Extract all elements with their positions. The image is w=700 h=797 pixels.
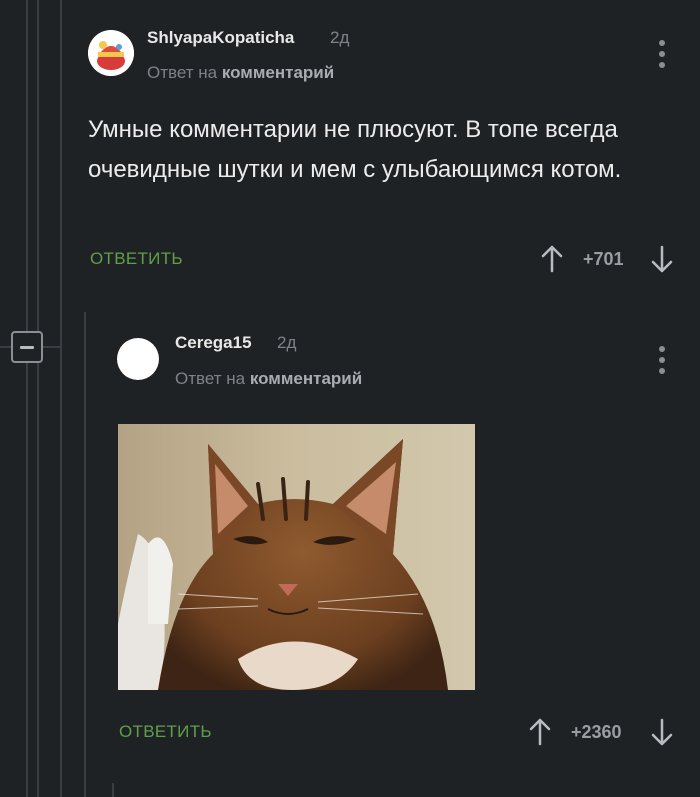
thread-line-outer-lower (26, 363, 28, 797)
cat-photo (118, 424, 475, 690)
thread-line-outer (26, 0, 28, 331)
reply-button[interactable]: ОТВЕТИТЬ (119, 722, 212, 742)
comment-username[interactable]: Cerega15 (175, 333, 252, 353)
reply-to-line: Ответ на комментарий (175, 369, 362, 389)
downvote-arrow-icon[interactable] (650, 718, 674, 746)
thread-line-level-1 (37, 0, 39, 331)
comment-time: 2д (277, 333, 297, 352)
reply-to-link[interactable]: комментарий (222, 63, 334, 82)
comment-score: +701 (583, 249, 624, 269)
avatar[interactable] (88, 30, 134, 76)
thread-line-level-2 (60, 0, 62, 797)
avatar-hat-image (88, 30, 134, 76)
downvote-arrow-icon[interactable] (650, 245, 674, 273)
reply-to-link[interactable]: комментарий (250, 369, 362, 388)
reply-to-prefix: Ответ на (147, 63, 218, 82)
thread-branch-line (0, 346, 11, 348)
thread-line-level-1-lower (37, 363, 39, 797)
reply-to-prefix: Ответ на (175, 369, 246, 388)
comment-image[interactable] (118, 424, 475, 690)
more-options-icon[interactable] (658, 346, 666, 374)
thread-line-level-4 (112, 783, 114, 797)
upvote-arrow-icon[interactable] (528, 718, 552, 746)
comment-text: Умные комментарии не плюсуют. В топе все… (88, 116, 622, 183)
collapse-thread-button[interactable] (11, 331, 43, 363)
thread-branch-line-right (43, 346, 60, 348)
minus-icon (20, 345, 34, 349)
more-options-icon[interactable] (658, 40, 666, 68)
thread-line-level-3 (84, 312, 86, 797)
reply-to-line: Ответ на комментарий (147, 63, 334, 83)
comment-score: +2360 (571, 722, 622, 742)
comment-time: 2д (330, 28, 350, 47)
upvote-arrow-icon[interactable] (540, 245, 564, 273)
reply-button[interactable]: ОТВЕТИТЬ (90, 249, 183, 269)
avatar[interactable] (117, 338, 159, 380)
comment-username[interactable]: ShlyapaKopaticha (147, 28, 294, 48)
